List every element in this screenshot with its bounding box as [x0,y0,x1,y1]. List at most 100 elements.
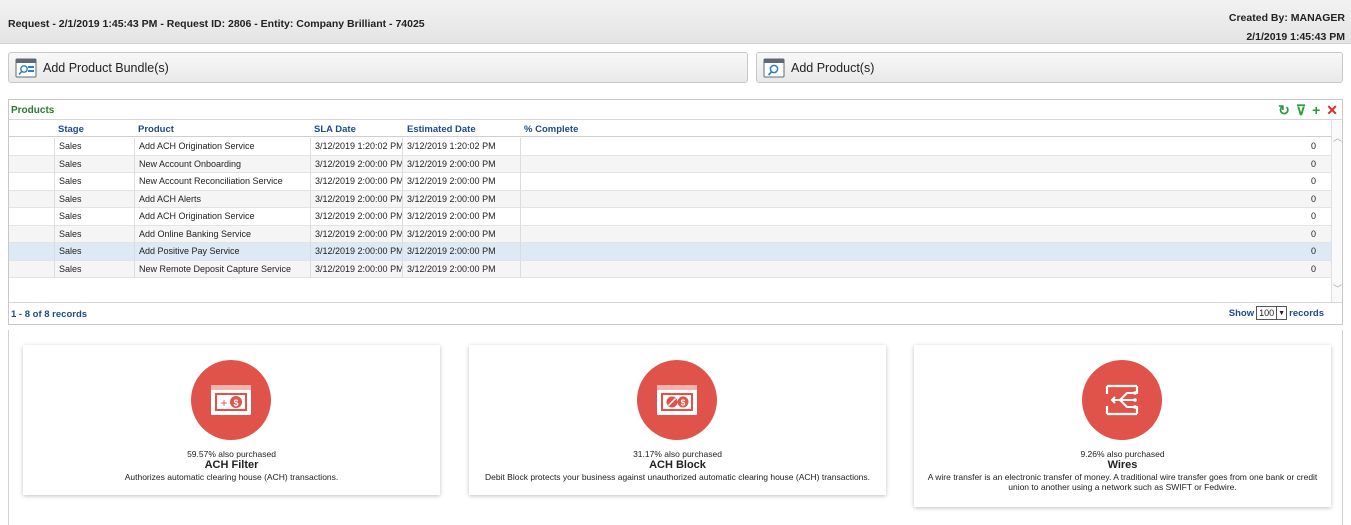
cell-complete: 0 [520,225,1332,243]
recommendation-card-ach-filter[interactable]: + $ 59.57% also purchased ACH Filter Aut… [23,345,440,495]
cell-stage: Sales [54,138,134,155]
cell-product: Add Positive Pay Service [134,243,310,260]
request-header: Request - 2/1/2019 1:45:43 PM - Request … [0,0,1351,44]
add-icon[interactable]: + [1312,102,1320,118]
svg-text:$: $ [681,398,686,408]
records-label: records [1289,307,1324,319]
svg-text:$: $ [233,398,238,408]
scroll-up-icon[interactable]: ︿ [1333,131,1342,144]
column-percent-complete[interactable]: % Complete [524,124,578,135]
created-info: Created By: MANAGER 2/1/2019 1:45:43 PM [1229,9,1345,47]
cell-stage: Sales [54,190,134,208]
recommendation-name: ACH Block [649,459,706,471]
show-label: Show [1228,307,1255,319]
cell-row-selector [9,261,54,278]
record-count: 1 - 8 of 8 records [11,309,88,320]
page-size-value: 100 [1259,308,1275,318]
table-row[interactable]: Sales Add Online Banking Service 3/12/2019… [9,225,1332,243]
recommendation-percent: 59.57% also purchased [187,449,276,459]
recommendation-description: Authorizes automatic clearing house (ACH… [124,472,339,482]
recommendation-name: ACH Filter [204,459,259,471]
request-info: Request - 2/1/2019 1:45:43 PM - Request … [8,18,425,30]
cell-complete: 0 [520,155,1332,173]
bundle-search-icon [15,58,37,77]
cell-complete: 0 [520,208,1332,225]
table-row[interactable]: Sales New Account Onboarding 3/12/2019 2:0… [9,155,1332,173]
grid-body: Sales Add ACH Origination Service 3/12/201… [9,138,1332,278]
product-search-icon [763,58,785,77]
column-estimated-date[interactable]: Estimated Date [407,124,476,135]
chevron-down-icon: ▼ [1276,307,1286,319]
table-row[interactable]: Sales New Remote Deposit Capture Service 3… [9,260,1332,278]
refresh-icon[interactable]: ↻ [1278,102,1290,118]
grid-header-row: Stage Product SLA Date Estimated Date % … [9,121,1332,137]
table-row[interactable]: Sales Add ACH Origination Service 3/12/201… [9,208,1332,226]
svg-text:+: + [220,396,227,410]
cell-row-selector [9,243,54,260]
cell-product: Add Online Banking Service [134,225,310,243]
cell-stage: Sales [54,260,134,278]
page-size-select[interactable]: 100 ▼ [1256,306,1288,320]
table-row[interactable]: Sales Add ACH Alerts 3/12/2019 2:00:00 PM 3… [9,190,1332,208]
column-product[interactable]: Product [138,124,174,135]
scroll-down-icon[interactable]: ﹀ [1333,282,1342,295]
filter-icon[interactable]: ⊽ [1296,102,1306,118]
add-product-label: Add Product(s) [791,60,875,75]
add-product-button[interactable]: Add Product(s) [756,52,1343,83]
recommendation-description: Debit Block protects your business again… [484,472,871,482]
cell-sla: 3/12/2019 2:00:00 PM [310,260,402,278]
cell-est: 3/12/2019 2:00:00 PM [402,260,520,278]
add-product-bundle-label: Add Product Bundle(s) [43,60,169,75]
grid-toolbar: ↻ ⊽ + ✕ [1278,102,1338,118]
cell-est: 3/12/2019 2:00:00 PM [402,208,520,225]
grid-footer: 1 - 8 of 8 records Show 100 ▼ records [9,302,1342,324]
cell-product: New Account Onboarding [134,155,310,173]
cell-complete: 0 [520,138,1332,155]
wires-icon [1082,360,1162,440]
grid-scrollbar[interactable]: ︿ ﹀ [1331,121,1342,303]
cell-stage: Sales [54,173,134,190]
cell-row-selector [9,191,54,208]
table-row[interactable]: Sales Add Positive Pay Service 3/12/2019 2… [9,243,1332,261]
cell-product: New Remote Deposit Capture Service [134,260,310,278]
recommendation-card-wires[interactable]: 9.26% also purchased Wires A wire transf… [914,345,1331,507]
cell-complete: 0 [520,243,1332,260]
add-product-bundle-button[interactable]: Add Product Bundle(s) [8,52,748,83]
cell-row-selector [9,156,54,173]
cell-row-selector [9,173,54,190]
cell-est: 3/12/2019 2:00:00 PM [402,155,520,173]
ach-filter-icon: + $ [191,360,271,440]
column-stage[interactable]: Stage [58,124,84,135]
recommendation-description: A wire transfer is an electronic transfe… [927,472,1318,492]
cell-sla: 3/12/2019 2:00:00 PM [310,208,402,225]
cell-sla: 3/12/2019 2:00:00 PM [310,173,402,190]
cell-sla: 3/12/2019 2:00:00 PM [310,243,402,260]
table-row[interactable]: Sales Add ACH Origination Service 3/12/201… [9,138,1332,156]
cell-product: Add ACH Alerts [134,190,310,208]
cell-stage: Sales [54,208,134,225]
cell-est: 3/12/2019 2:00:00 PM [402,173,520,190]
panel-border-left [8,330,9,525]
recommendation-card-ach-block[interactable]: $ 31.17% also purchased ACH Block Debit … [469,345,886,495]
cell-sla: 3/12/2019 2:00:00 PM [310,225,402,243]
grid-title: Products [11,105,55,116]
cell-stage: Sales [54,155,134,173]
created-date: 2/1/2019 1:45:43 PM [1246,31,1345,43]
cell-sla: 3/12/2019 1:20:02 PM [310,138,402,155]
recommendation-percent: 31.17% also purchased [633,449,722,459]
column-sla-date[interactable]: SLA Date [314,124,356,135]
table-row[interactable]: Sales New Account Reconciliation Service 3… [9,173,1332,191]
cell-est: 3/12/2019 2:00:00 PM [402,225,520,243]
delete-icon[interactable]: ✕ [1326,102,1338,118]
cell-sla: 3/12/2019 2:00:00 PM [310,155,402,173]
cell-est: 3/12/2019 2:00:00 PM [402,190,520,208]
cell-row-selector [9,226,54,243]
page-size-control: Show 100 ▼ records [1229,306,1324,320]
recommendation-name: Wires [1107,459,1138,471]
recommendation-percent: 9.26% also purchased [1080,449,1165,459]
cell-est: 3/12/2019 2:00:00 PM [402,243,520,260]
cell-row-selector [9,208,54,225]
cell-sla: 3/12/2019 2:00:00 PM [310,190,402,208]
cell-complete: 0 [520,173,1332,190]
cell-row-selector [9,138,54,155]
